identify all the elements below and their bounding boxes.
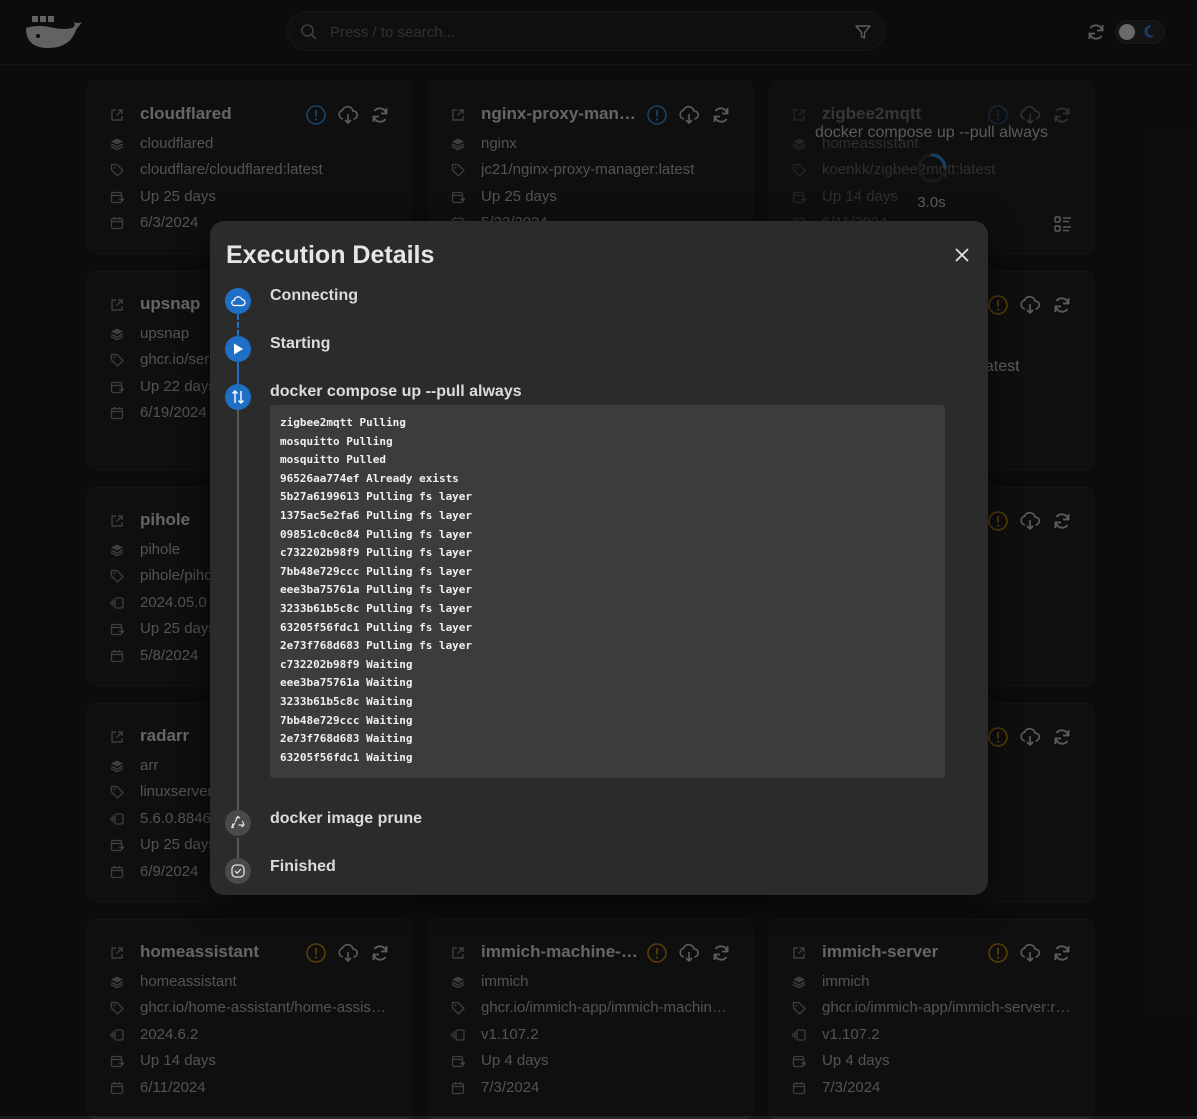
log-line: 2e73f768d683 Waiting — [280, 732, 413, 746]
check-circle-icon — [231, 864, 245, 878]
log-line: 96526aa774ef Already exists — [280, 471, 459, 485]
arrows-up-down-icon — [232, 390, 244, 404]
command-output-log[interactable]: zigbee2mqtt Pulling mosquitto Pulling mosq… — [270, 405, 945, 778]
timeline-connector — [237, 838, 239, 860]
step-starting-icon — [225, 336, 251, 362]
log-line: 3233b61b5c8c Waiting — [280, 694, 413, 708]
step-label: docker compose up --pull always — [270, 383, 522, 400]
log-line: 5b27a6199613 Pulling fs layer — [280, 490, 473, 504]
execution-details-modal: Execution Details Connecting Starting do… — [210, 221, 988, 895]
step-label: Starting — [270, 335, 331, 352]
log-line: mosquitto Pulled — [280, 453, 386, 467]
step-compose-icon — [225, 384, 251, 410]
cloud-icon — [231, 296, 246, 307]
log-line: c732202b98f9 Waiting — [280, 657, 413, 671]
step-label: Connecting — [270, 287, 358, 304]
close-icon[interactable] — [952, 245, 972, 265]
recycle-icon — [230, 815, 245, 829]
log-line: 7bb48e729ccc Pulling fs layer — [280, 564, 473, 578]
log-line: eee3ba75761a Pulling fs layer — [280, 583, 473, 597]
log-line: 7bb48e729ccc Waiting — [280, 713, 413, 727]
step-label: docker image prune — [270, 810, 423, 827]
log-line: mosquitto Pulling — [280, 434, 393, 448]
step-label: Finished — [270, 858, 336, 875]
log-line: 63205f56fdc1 Waiting — [280, 750, 413, 764]
log-line: eee3ba75761a Waiting — [280, 676, 413, 690]
log-line: 1375ac5e2fa6 Pulling fs layer — [280, 508, 473, 522]
modal-title: Execution Details — [226, 241, 435, 269]
play-icon — [234, 343, 243, 355]
step-prune-icon — [225, 810, 251, 836]
timeline-connector — [237, 410, 239, 810]
step-finished-icon — [225, 858, 251, 884]
log-line: 2e73f768d683 Pulling fs layer — [280, 639, 473, 653]
timeline-connector — [237, 362, 239, 384]
step-connecting-icon — [225, 288, 251, 314]
log-line: 09851c0c0c84 Pulling fs layer — [280, 527, 473, 541]
log-line: 3233b61b5c8c Pulling fs layer — [280, 601, 473, 615]
log-line: 63205f56fdc1 Pulling fs layer — [280, 620, 473, 634]
timeline-connector — [237, 314, 239, 336]
log-line: c732202b98f9 Pulling fs layer — [280, 546, 473, 560]
log-line: zigbee2mqtt Pulling — [280, 416, 406, 429]
